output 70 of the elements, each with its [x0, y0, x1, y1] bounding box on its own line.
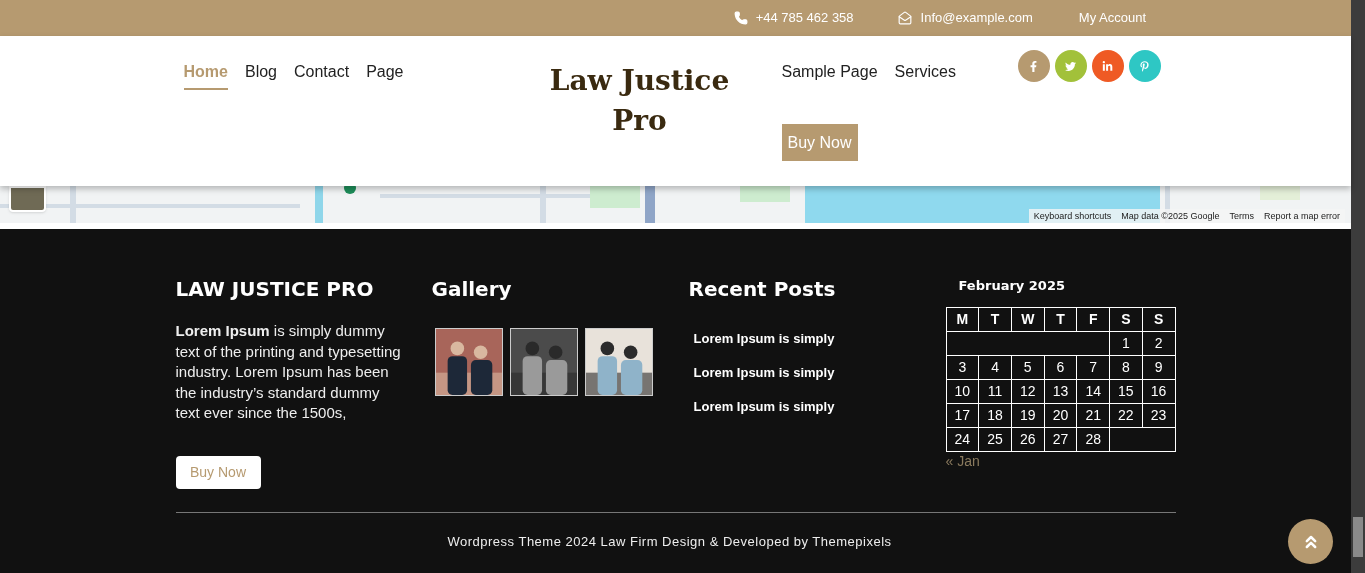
calendar-day: 2 — [1142, 331, 1175, 356]
footer-heading: LAW JUSTICE PRO — [175, 277, 375, 301]
facebook-icon — [1028, 60, 1039, 72]
calendar-caption: February 2025 — [958, 277, 1066, 295]
calendar-day: 26 — [1011, 427, 1045, 452]
calendar-day: 28 — [1076, 427, 1110, 452]
social-button[interactable] — [1017, 50, 1050, 82]
map-attribution-link[interactable]: Terms — [1224, 209, 1259, 223]
twitter-icon — [1065, 60, 1076, 72]
map-attribution-link[interactable]: Map data ©2025 Google — [1116, 209, 1225, 223]
phone-icon — [733, 11, 748, 25]
about-text: Lorem Ipsum is simply dummy text of the printing and typesetting industry. Lorem Ipsum has been the industry’s standard dummy text ever since the 1500s, — [175, 321, 402, 423]
email-address: Info@example.com — [920, 9, 1033, 28]
weekday-header: S — [1109, 307, 1143, 332]
weekday-header: T — [1044, 307, 1077, 332]
calendar-day: 7 — [1076, 355, 1110, 380]
calendar-day: 1 — [1109, 331, 1143, 356]
weekday-header: S — [1142, 307, 1175, 332]
calendar-day: 25 — [978, 427, 1012, 452]
pinterest-icon — [1139, 60, 1150, 72]
scrollbar-thumb[interactable] — [1353, 517, 1363, 557]
calendar-day: 17 — [946, 403, 979, 428]
footer-heading: Recent Posts — [688, 277, 837, 301]
recent-post-link[interactable]: Lorem Ipsum is simply — [693, 398, 946, 415]
calendar-day: 23 — [1142, 403, 1175, 428]
nav-link[interactable]: Page — [366, 60, 404, 90]
phone-number: +44 785 462 358 — [755, 9, 854, 28]
weekday-header: M — [946, 307, 979, 332]
recent-post-link[interactable]: Lorem Ipsum is simply — [693, 364, 946, 381]
calendar-day: 10 — [946, 379, 979, 404]
calendar-day: 6 — [1044, 355, 1077, 380]
recent-post-link[interactable]: Lorem Ipsum is simply — [693, 330, 946, 347]
weekday-header: T — [978, 307, 1012, 332]
linkedin-icon — [1102, 60, 1113, 72]
nav-link[interactable]: Services — [894, 60, 956, 90]
nav-link[interactable]: Sample Page — [781, 60, 878, 90]
nav-link[interactable]: Blog — [244, 60, 277, 90]
calendar-day: 4 — [978, 355, 1012, 380]
site-logo[interactable]: Law Justice Pro — [549, 61, 730, 161]
social-button[interactable] — [1128, 50, 1161, 82]
calendar-day: 14 — [1076, 379, 1110, 404]
nav-link[interactable]: Contact — [294, 60, 350, 90]
calendar-day: 20 — [1044, 403, 1077, 428]
weekday-header: W — [1011, 307, 1045, 332]
map-attribution-link[interactable]: Report a map error — [1258, 209, 1345, 223]
calendar-day: 19 — [1011, 403, 1045, 428]
calendar-day: 22 — [1109, 403, 1143, 428]
calendar-day: 27 — [1044, 427, 1077, 452]
weekday-header: F — [1076, 307, 1110, 332]
calendar-day: 24 — [946, 427, 979, 452]
calendar-day: 12 — [1011, 379, 1045, 404]
calendar-day: 5 — [1011, 355, 1045, 380]
calendar-day: 8 — [1109, 355, 1143, 380]
calendar-day: 15 — [1109, 379, 1143, 404]
footer-heading: Gallery — [431, 277, 513, 301]
calendar-day: 21 — [1076, 403, 1110, 428]
map-attribution-link[interactable]: Keyboard shortcuts — [1028, 209, 1117, 223]
social-button[interactable] — [1054, 50, 1087, 82]
calendar-day: 13 — [1044, 379, 1077, 404]
previous-month-link[interactable]: « Jan — [945, 452, 1176, 470]
calendar-day: 9 — [1142, 355, 1175, 380]
copyright-text: Wordpress Theme 2024 Law Firm Design & Developed by Themepixels — [446, 532, 893, 551]
calendar-day: 16 — [1142, 379, 1175, 404]
envelope-icon — [897, 11, 912, 25]
calendar-day: 11 — [978, 379, 1012, 404]
calendar-day: 18 — [978, 403, 1012, 428]
social-button[interactable] — [1091, 50, 1124, 82]
map-layer-thumbnail[interactable] — [9, 186, 46, 212]
scrollbar[interactable] — [1351, 0, 1365, 573]
calendar-day: 3 — [946, 355, 979, 380]
